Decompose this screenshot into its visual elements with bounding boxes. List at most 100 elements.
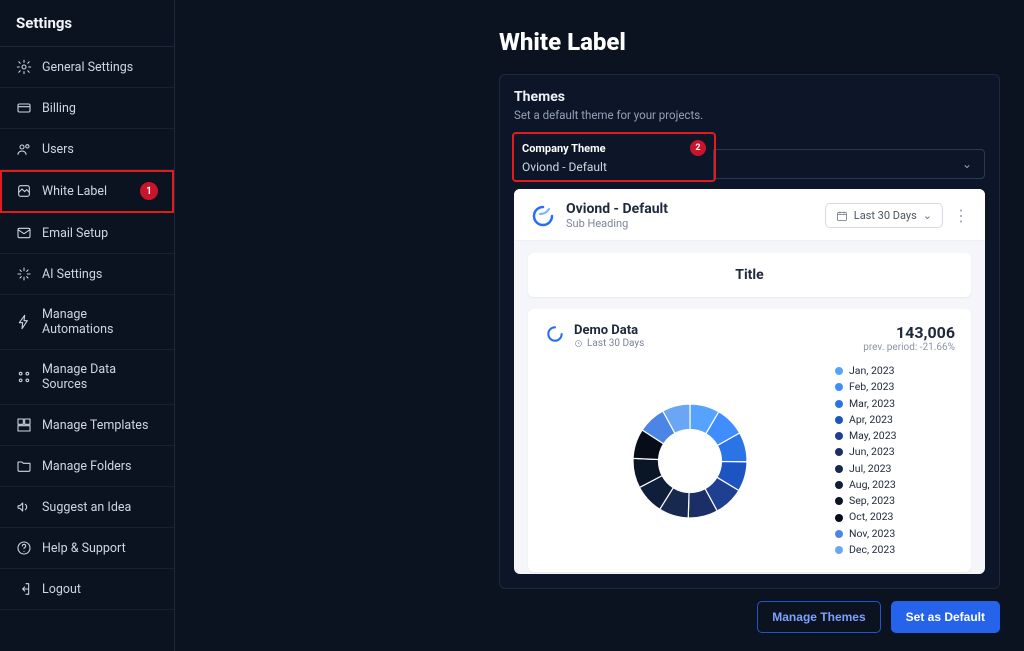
company-theme-highlight: Company Theme 2 Oviond - Default bbox=[514, 134, 714, 180]
sidebar-item-billing[interactable]: Billing bbox=[0, 88, 174, 129]
sidebar-item-label: Logout bbox=[42, 582, 81, 597]
legend-label: Oct, 2023 bbox=[849, 509, 893, 525]
palette-icon bbox=[16, 183, 32, 199]
sidebar-item-manage-automations[interactable]: Manage Automations bbox=[0, 295, 174, 350]
date-range-label: Last 30 Days bbox=[854, 209, 917, 222]
sparkle-icon bbox=[16, 266, 32, 282]
legend-item: Feb, 2023 bbox=[835, 379, 955, 395]
preview-body: Title Demo Data Last 30 Days bbox=[514, 241, 985, 574]
sidebar-item-label: Billing bbox=[42, 101, 76, 116]
sidebar-item-label: Manage Automations bbox=[42, 307, 158, 337]
section-title-card: Title bbox=[528, 253, 971, 297]
sidebar-item-label: Help & Support bbox=[42, 541, 126, 556]
sidebar-item-label: Manage Data Sources bbox=[42, 362, 158, 392]
legend-swatch bbox=[835, 530, 843, 538]
sidebar: Settings General SettingsBillingUsersWhi… bbox=[0, 0, 175, 651]
themes-panel: Themes Set a default theme for your proj… bbox=[499, 74, 1000, 589]
date-range-picker[interactable]: Last 30 Days ⌄ bbox=[825, 203, 943, 228]
legend-swatch bbox=[835, 546, 843, 554]
themes-heading: Themes bbox=[514, 89, 985, 105]
chevron-down-icon: ⌄ bbox=[923, 209, 932, 222]
demo-card-header: Demo Data Last 30 Days 143,006 prev. per… bbox=[544, 323, 955, 353]
legend-label: May, 2023 bbox=[849, 428, 897, 444]
sidebar-title: Settings bbox=[0, 0, 174, 47]
main: White Label Themes Set a default theme f… bbox=[175, 0, 1024, 651]
manage-themes-button[interactable]: Manage Themes bbox=[757, 601, 880, 633]
legend-item: Dec, 2023 bbox=[835, 542, 955, 558]
company-theme-value: Oviond - Default bbox=[522, 156, 706, 174]
sidebar-item-label: AI Settings bbox=[42, 267, 102, 282]
folder-icon bbox=[16, 458, 32, 474]
more-menu-icon[interactable]: ⋮ bbox=[953, 208, 969, 224]
legend-label: Aug, 2023 bbox=[849, 477, 896, 493]
app-frame: Settings General SettingsBillingUsersWhi… bbox=[0, 0, 1024, 651]
db-icon bbox=[16, 369, 32, 385]
sidebar-item-manage-data-sources[interactable]: Manage Data Sources bbox=[0, 350, 174, 405]
gear-icon bbox=[16, 59, 32, 75]
demo-range: Last 30 Days bbox=[574, 338, 644, 349]
card-icon bbox=[16, 100, 32, 116]
logout-icon bbox=[16, 581, 32, 597]
legend-item: Oct, 2023 bbox=[835, 509, 955, 525]
company-theme-label: Company Theme bbox=[522, 142, 606, 155]
sidebar-item-label: General Settings bbox=[42, 60, 133, 75]
sidebar-item-manage-folders[interactable]: Manage Folders bbox=[0, 446, 174, 487]
legend-swatch bbox=[835, 400, 843, 408]
sidebar-item-email-setup[interactable]: Email Setup bbox=[0, 213, 174, 254]
page-title: White Label bbox=[499, 28, 1000, 56]
legend-item: Jul, 2023 bbox=[835, 461, 955, 477]
sidebar-item-suggest-an-idea[interactable]: Suggest an Idea bbox=[0, 487, 174, 528]
sidebar-item-label: Manage Templates bbox=[42, 418, 148, 433]
sidebar-item-help-support[interactable]: Help & Support bbox=[0, 528, 174, 569]
section-title: Title bbox=[735, 267, 763, 283]
sidebar-item-users[interactable]: Users bbox=[0, 129, 174, 170]
demo-title: Demo Data bbox=[574, 323, 644, 338]
legend-swatch bbox=[835, 383, 843, 391]
legend-swatch bbox=[835, 448, 843, 456]
legend-item: Nov, 2023 bbox=[835, 526, 955, 542]
legend-item: Jan, 2023 bbox=[835, 363, 955, 379]
themes-subheading: Set a default theme for your projects. bbox=[514, 108, 985, 122]
legend-swatch bbox=[835, 481, 843, 489]
brand-logo-icon bbox=[544, 323, 566, 345]
legend-label: Dec, 2023 bbox=[849, 542, 895, 558]
legend-swatch bbox=[835, 497, 843, 505]
chart-legend: Jan, 2023Feb, 2023Mar, 2023Apr, 2023May,… bbox=[835, 363, 955, 558]
set-default-button[interactable]: Set as Default bbox=[891, 601, 1000, 633]
sidebar-item-label: White Label bbox=[42, 184, 107, 199]
brand-logo-icon bbox=[530, 203, 556, 229]
demo-prev-period: prev. period: -21.66% bbox=[863, 342, 955, 353]
legend-swatch bbox=[835, 514, 843, 522]
demo-value: 143,006 bbox=[863, 323, 955, 342]
sidebar-item-ai-settings[interactable]: AI Settings bbox=[0, 254, 174, 295]
demo-data-card: Demo Data Last 30 Days 143,006 prev. per… bbox=[528, 309, 971, 572]
users-icon bbox=[16, 141, 32, 157]
sidebar-item-white-label[interactable]: White Label 1 bbox=[0, 170, 174, 213]
annotation-badge-2: 2 bbox=[690, 140, 706, 156]
bolt-icon bbox=[16, 314, 32, 330]
legend-swatch bbox=[835, 432, 843, 440]
legend-label: Jan, 2023 bbox=[849, 363, 895, 379]
annotation-badge-1: 1 bbox=[140, 182, 158, 200]
legend-item: Apr, 2023 bbox=[835, 412, 955, 428]
legend-label: Feb, 2023 bbox=[849, 379, 894, 395]
legend-label: Mar, 2023 bbox=[849, 396, 895, 412]
legend-item: Mar, 2023 bbox=[835, 396, 955, 412]
company-theme-select[interactable]: ⌄ bbox=[713, 149, 985, 179]
legend-label: Apr, 2023 bbox=[849, 412, 893, 428]
legend-label: Jul, 2023 bbox=[849, 461, 891, 477]
sidebar-item-logout[interactable]: Logout bbox=[0, 569, 174, 610]
sidebar-nav: General Settings Billing Users White Label 1… bbox=[0, 47, 174, 651]
legend-label: Nov, 2023 bbox=[849, 526, 895, 542]
sidebar-item-manage-templates[interactable]: Manage Templates bbox=[0, 405, 174, 446]
sidebar-item-general-settings[interactable]: General Settings bbox=[0, 47, 174, 88]
chevron-down-icon: ⌄ bbox=[958, 157, 976, 171]
preview-header: Oviond - Default Sub Heading Last 30 Day… bbox=[514, 189, 985, 241]
legend-swatch bbox=[835, 416, 843, 424]
calendar-icon bbox=[836, 210, 848, 222]
legend-item: May, 2023 bbox=[835, 428, 955, 444]
template-icon bbox=[16, 417, 32, 433]
legend-item: Jun, 2023 bbox=[835, 444, 955, 460]
donut-row: Jan, 2023Feb, 2023Mar, 2023Apr, 2023May,… bbox=[544, 363, 955, 558]
preview-brand-title: Oviond - Default bbox=[566, 201, 668, 217]
